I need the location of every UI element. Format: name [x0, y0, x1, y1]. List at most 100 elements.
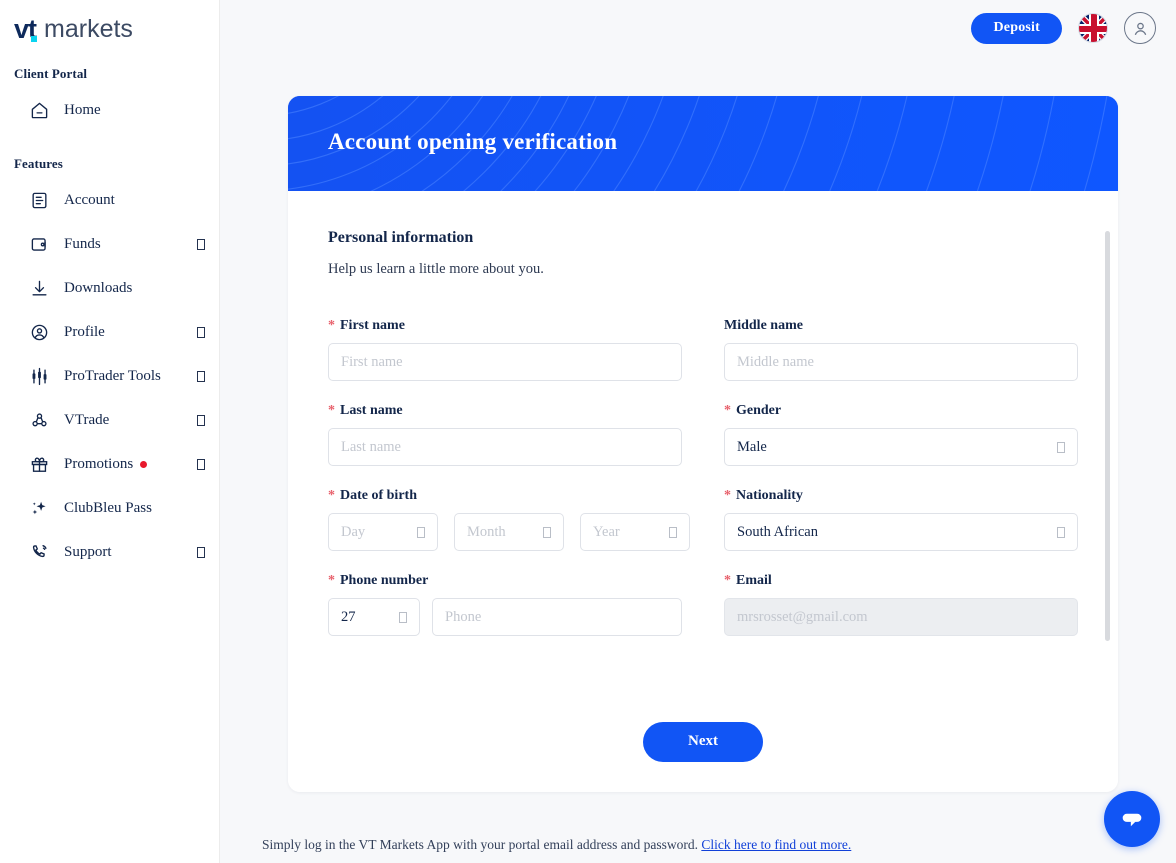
vtrade-nodes-icon: [28, 409, 50, 431]
select-value: 27: [341, 608, 356, 625]
sidebar-item-clubbleu-pass[interactable]: ClubBleu Pass: [0, 492, 219, 524]
chevron-down-icon: [399, 611, 407, 623]
sparkle-icon: [28, 497, 50, 519]
label-text: First name: [340, 318, 405, 333]
phone-country-code-select[interactable]: 27: [328, 598, 420, 636]
required-asterisk: *: [328, 403, 335, 418]
sidebar-item-protrader-tools[interactable]: ProTrader Tools: [0, 360, 219, 392]
card-scrollbar[interactable]: [1105, 231, 1110, 641]
label-text: Phone number: [340, 573, 429, 588]
label-text: Gender: [736, 403, 782, 418]
dob-year-select[interactable]: Year: [580, 513, 690, 551]
dob-day-select[interactable]: Day: [328, 513, 438, 551]
form-row: * Phone number 27 Phone * Email mrsrosse…: [328, 573, 1078, 636]
label-text: Nationality: [736, 488, 803, 503]
sidebar-item-downloads[interactable]: Downloads: [0, 272, 219, 304]
sidebar-item-promotions[interactable]: Promotions: [0, 448, 219, 480]
field-label: * First name: [328, 318, 682, 334]
chevron-down-icon: [1057, 441, 1065, 453]
sidebar-item-label: VTrade: [64, 411, 110, 428]
phone-group: 27 Phone: [328, 598, 682, 636]
sidebar-item-label: Home: [64, 101, 101, 118]
input-placeholder: Middle name: [737, 353, 814, 370]
required-asterisk: *: [328, 573, 335, 588]
last-name-input[interactable]: Last name: [328, 428, 682, 466]
brand-logo[interactable]: vt markets: [0, 0, 219, 46]
required-asterisk: *: [328, 318, 335, 333]
label-text: Email: [736, 573, 772, 588]
sidebar-item-label: Account: [64, 191, 115, 208]
sidebar-item-support[interactable]: Support: [0, 536, 219, 568]
user-avatar-icon[interactable]: [1124, 12, 1156, 44]
sidebar-item-label: ProTrader Tools: [64, 367, 161, 384]
sidebar-item-label: Funds: [64, 235, 101, 252]
field-nationality: * Nationality South African: [724, 488, 1078, 551]
card-footer: Next: [288, 691, 1118, 792]
label-text: Date of birth: [340, 488, 417, 503]
sidebar-section-features: Features: [14, 156, 63, 171]
field-email: * Email mrsrosset@gmail.com: [724, 573, 1078, 636]
form-row: * Date of birth Day Month Year * Nationa…: [328, 488, 1078, 551]
profile-user-icon: [28, 321, 50, 343]
home-icon: [28, 99, 50, 121]
chevron-down-icon[interactable]: [197, 326, 205, 338]
sidebar-item-vtrade[interactable]: VTrade: [0, 404, 219, 436]
chevron-down-icon[interactable]: [197, 546, 205, 558]
sidebar-section-client-portal: Client Portal: [14, 66, 88, 81]
find-out-more-link[interactable]: Click here to find out more.: [701, 837, 851, 852]
field-label: * Nationality: [724, 488, 1078, 504]
section-subtitle: Help us learn a little more about you.: [328, 261, 544, 277]
select-value: Male: [737, 438, 767, 455]
sidebar-item-label: Support: [64, 543, 112, 560]
sidebar-item-home[interactable]: Home: [0, 94, 219, 126]
sidebar-item-funds[interactable]: Funds: [0, 228, 219, 260]
next-button[interactable]: Next: [643, 721, 763, 762]
chevron-down-icon[interactable]: [197, 370, 205, 382]
sidebar-item-label: Promotions: [64, 455, 134, 472]
select-placeholder: Year: [593, 523, 620, 540]
select-value: South African: [737, 523, 818, 540]
chevron-down-icon[interactable]: [197, 414, 205, 426]
phone-ringing-icon: [28, 541, 50, 563]
uk-flag-icon[interactable]: [1078, 13, 1108, 43]
field-phone-number: * Phone number 27 Phone: [328, 573, 682, 636]
required-asterisk: *: [724, 488, 731, 503]
sidebar-item-profile[interactable]: Profile: [0, 316, 219, 348]
chat-widget-button[interactable]: [1104, 791, 1160, 847]
section-title: Personal information: [328, 229, 474, 246]
card-body: Personal information Help us learn a lit…: [288, 191, 1118, 691]
field-date-of-birth: * Date of birth Day Month Year: [328, 488, 690, 551]
sidebar-item-account[interactable]: Account: [0, 184, 219, 216]
field-middle-name: Middle name Middle name: [724, 318, 1078, 381]
status-badge-dot: [140, 460, 148, 468]
card-header: Account opening verification: [288, 96, 1118, 191]
candlestick-chart-icon: [28, 365, 50, 387]
field-last-name: * Last name Last name: [328, 403, 682, 466]
phone-number-input[interactable]: Phone: [432, 598, 682, 636]
field-gender: * Gender Male: [724, 403, 1078, 466]
required-asterisk: *: [328, 488, 335, 503]
deposit-button[interactable]: Deposit: [971, 12, 1062, 44]
chevron-down-icon[interactable]: [197, 458, 205, 470]
email-value: mrsrosset@gmail.com: [737, 608, 868, 625]
footer-note: Simply log in the VT Markets App with yo…: [262, 837, 851, 853]
middle-name-input[interactable]: Middle name: [724, 343, 1078, 381]
form-row: * First name First name Middle name Midd…: [328, 318, 1078, 381]
chevron-down-icon[interactable]: [197, 238, 205, 250]
required-asterisk: *: [724, 573, 731, 588]
verification-card: Account opening verification Personal in…: [288, 96, 1118, 792]
gender-select[interactable]: Male: [724, 428, 1078, 466]
sidebar-item-label: Profile: [64, 323, 105, 340]
input-placeholder: Phone: [445, 608, 482, 625]
sidebar-item-label: ClubBleu Pass: [64, 499, 152, 516]
nationality-select[interactable]: South African: [724, 513, 1078, 551]
chevron-down-icon: [543, 526, 551, 538]
first-name-input[interactable]: First name: [328, 343, 682, 381]
wallet-icon: [28, 233, 50, 255]
chevron-down-icon: [1057, 526, 1065, 538]
field-first-name: * First name First name: [328, 318, 682, 381]
logo-vt-mark: vt: [14, 14, 37, 44]
dob-month-select[interactable]: Month: [454, 513, 564, 551]
input-placeholder: Last name: [341, 438, 401, 455]
top-bar: Deposit: [220, 0, 1176, 56]
